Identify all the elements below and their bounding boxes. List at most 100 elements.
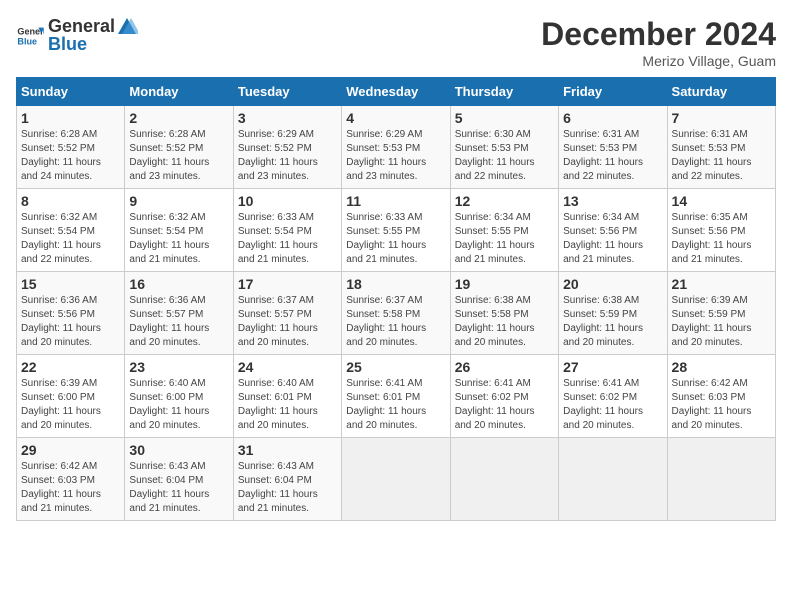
calendar-cell: 6 Sunrise: 6:31 AM Sunset: 5:53 PM Daylig… [559, 106, 667, 189]
day-number: 10 [238, 193, 337, 209]
weekday-header-saturday: Saturday [667, 78, 775, 106]
weekday-header-monday: Monday [125, 78, 233, 106]
day-number: 26 [455, 359, 554, 375]
day-info: Sunrise: 6:35 AM Sunset: 5:56 PM Dayligh… [672, 211, 771, 267]
calendar-week-4: 22 Sunrise: 6:39 AM Sunset: 6:00 PM Dayli… [17, 355, 776, 438]
day-number: 11 [346, 193, 445, 209]
day-info: Sunrise: 6:29 AM Sunset: 5:53 PM Dayligh… [346, 128, 445, 184]
day-info: Sunrise: 6:28 AM Sunset: 5:52 PM Dayligh… [129, 128, 228, 184]
day-info: Sunrise: 6:37 AM Sunset: 5:58 PM Dayligh… [346, 294, 445, 350]
calendar-cell: 5 Sunrise: 6:30 AM Sunset: 5:53 PM Daylig… [450, 106, 558, 189]
day-info: Sunrise: 6:34 AM Sunset: 5:56 PM Dayligh… [563, 211, 662, 267]
day-info: Sunrise: 6:33 AM Sunset: 5:54 PM Dayligh… [238, 211, 337, 267]
day-number: 1 [21, 110, 120, 126]
calendar-cell: 3Sunrise: 6:29 AM Sunset: 5:52 PM Daylig… [233, 106, 341, 189]
day-number: 12 [455, 193, 554, 209]
calendar-cell: 24 Sunrise: 6:40 AM Sunset: 6:01 PM Dayli… [233, 355, 341, 438]
day-info: Sunrise: 6:42 AM Sunset: 6:03 PM Dayligh… [21, 460, 120, 516]
calendar-cell: 12 Sunrise: 6:34 AM Sunset: 5:55 PM Dayli… [450, 189, 558, 272]
logo-chevron-icon [116, 16, 138, 38]
day-number: 28 [672, 359, 771, 375]
day-number: 25 [346, 359, 445, 375]
day-number: 29 [21, 442, 120, 458]
day-info: Sunrise: 6:38 AM Sunset: 5:58 PM Dayligh… [455, 294, 554, 350]
day-number: 22 [21, 359, 120, 375]
calendar-cell: 15 Sunrise: 6:36 AM Sunset: 5:56 PM Dayli… [17, 272, 125, 355]
day-number: 19 [455, 276, 554, 292]
day-number: 16 [129, 276, 228, 292]
day-number: 30 [129, 442, 228, 458]
calendar-cell: 22 Sunrise: 6:39 AM Sunset: 6:00 PM Dayli… [17, 355, 125, 438]
day-info: Sunrise: 6:41 AM Sunset: 6:01 PM Dayligh… [346, 377, 445, 433]
day-number: 23 [129, 359, 228, 375]
day-number: 15 [21, 276, 120, 292]
day-info: Sunrise: 6:40 AM Sunset: 6:01 PM Dayligh… [238, 377, 337, 433]
day-info: Sunrise: 6:43 AM Sunset: 6:04 PM Dayligh… [238, 460, 337, 516]
calendar-cell [342, 438, 450, 521]
logo-icon: General Blue [16, 22, 44, 50]
calendar-cell: 10 Sunrise: 6:33 AM Sunset: 5:54 PM Dayli… [233, 189, 341, 272]
calendar-cell: 31 Sunrise: 6:43 AM Sunset: 6:04 PM Dayli… [233, 438, 341, 521]
day-number: 8 [21, 193, 120, 209]
day-info: Sunrise: 6:39 AM Sunset: 6:00 PM Dayligh… [21, 377, 120, 433]
day-info: Sunrise: 6:37 AM Sunset: 5:57 PM Dayligh… [238, 294, 337, 350]
day-info: Sunrise: 6:31 AM Sunset: 5:53 PM Dayligh… [672, 128, 771, 184]
day-number: 27 [563, 359, 662, 375]
day-info: Sunrise: 6:32 AM Sunset: 5:54 PM Dayligh… [21, 211, 120, 267]
calendar-cell: 27Sunrise: 6:41 AM Sunset: 6:02 PM Dayli… [559, 355, 667, 438]
calendar-cell [450, 438, 558, 521]
day-number: 31 [238, 442, 337, 458]
weekday-header-sunday: Sunday [17, 78, 125, 106]
calendar-cell: 21Sunrise: 6:39 AM Sunset: 5:59 PM Dayli… [667, 272, 775, 355]
day-number: 6 [563, 110, 662, 126]
page-header: General Blue General Blue December 2024 … [16, 16, 776, 69]
day-info: Sunrise: 6:43 AM Sunset: 6:04 PM Dayligh… [129, 460, 228, 516]
calendar-cell: 14 Sunrise: 6:35 AM Sunset: 5:56 PM Dayli… [667, 189, 775, 272]
calendar-cell [667, 438, 775, 521]
logo: General Blue General Blue [16, 16, 139, 55]
calendar-week-2: 8 Sunrise: 6:32 AM Sunset: 5:54 PM Daylig… [17, 189, 776, 272]
day-number: 24 [238, 359, 337, 375]
day-number: 4 [346, 110, 445, 126]
calendar-cell: 11Sunrise: 6:33 AM Sunset: 5:55 PM Dayli… [342, 189, 450, 272]
day-info: Sunrise: 6:28 AM Sunset: 5:52 PM Dayligh… [21, 128, 120, 184]
day-number: 3 [238, 110, 337, 126]
calendar-week-1: 1 Sunrise: 6:28 AM Sunset: 5:52 PM Daylig… [17, 106, 776, 189]
day-info: Sunrise: 6:32 AM Sunset: 5:54 PM Dayligh… [129, 211, 228, 267]
day-info: Sunrise: 6:38 AM Sunset: 5:59 PM Dayligh… [563, 294, 662, 350]
calendar-week-5: 29 Sunrise: 6:42 AM Sunset: 6:03 PM Dayli… [17, 438, 776, 521]
day-info: Sunrise: 6:36 AM Sunset: 5:56 PM Dayligh… [21, 294, 120, 350]
calendar-cell: 19 Sunrise: 6:38 AM Sunset: 5:58 PM Dayli… [450, 272, 558, 355]
day-info: Sunrise: 6:31 AM Sunset: 5:53 PM Dayligh… [563, 128, 662, 184]
month-title: December 2024 [541, 16, 776, 53]
day-info: Sunrise: 6:41 AM Sunset: 6:02 PM Dayligh… [455, 377, 554, 433]
calendar-cell: 28Sunrise: 6:42 AM Sunset: 6:03 PM Dayli… [667, 355, 775, 438]
day-number: 2 [129, 110, 228, 126]
title-block: December 2024 Merizo Village, Guam [541, 16, 776, 69]
weekday-header-thursday: Thursday [450, 78, 558, 106]
weekday-header-wednesday: Wednesday [342, 78, 450, 106]
day-number: 13 [563, 193, 662, 209]
calendar-table: SundayMondayTuesdayWednesdayThursdayFrid… [16, 77, 776, 521]
day-number: 20 [563, 276, 662, 292]
calendar-week-3: 15 Sunrise: 6:36 AM Sunset: 5:56 PM Dayli… [17, 272, 776, 355]
day-info: Sunrise: 6:34 AM Sunset: 5:55 PM Dayligh… [455, 211, 554, 267]
day-number: 14 [672, 193, 771, 209]
location-text: Merizo Village, Guam [541, 53, 776, 69]
day-number: 5 [455, 110, 554, 126]
calendar-cell: 1 Sunrise: 6:28 AM Sunset: 5:52 PM Daylig… [17, 106, 125, 189]
calendar-cell: 2 Sunrise: 6:28 AM Sunset: 5:52 PM Daylig… [125, 106, 233, 189]
calendar-cell: 8 Sunrise: 6:32 AM Sunset: 5:54 PM Daylig… [17, 189, 125, 272]
calendar-cell: 29 Sunrise: 6:42 AM Sunset: 6:03 PM Dayli… [17, 438, 125, 521]
calendar-cell: 23 Sunrise: 6:40 AM Sunset: 6:00 PM Dayli… [125, 355, 233, 438]
day-info: Sunrise: 6:40 AM Sunset: 6:00 PM Dayligh… [129, 377, 228, 433]
calendar-cell: 4 Sunrise: 6:29 AM Sunset: 5:53 PM Daylig… [342, 106, 450, 189]
calendar-cell: 16Sunrise: 6:36 AM Sunset: 5:57 PM Dayli… [125, 272, 233, 355]
svg-text:Blue: Blue [17, 36, 37, 46]
calendar-cell: 30 Sunrise: 6:43 AM Sunset: 6:04 PM Dayli… [125, 438, 233, 521]
weekday-header-tuesday: Tuesday [233, 78, 341, 106]
calendar-cell: 26 Sunrise: 6:41 AM Sunset: 6:02 PM Dayli… [450, 355, 558, 438]
day-number: 18 [346, 276, 445, 292]
calendar-cell: 9Sunrise: 6:32 AM Sunset: 5:54 PM Daylig… [125, 189, 233, 272]
day-info: Sunrise: 6:30 AM Sunset: 5:53 PM Dayligh… [455, 128, 554, 184]
